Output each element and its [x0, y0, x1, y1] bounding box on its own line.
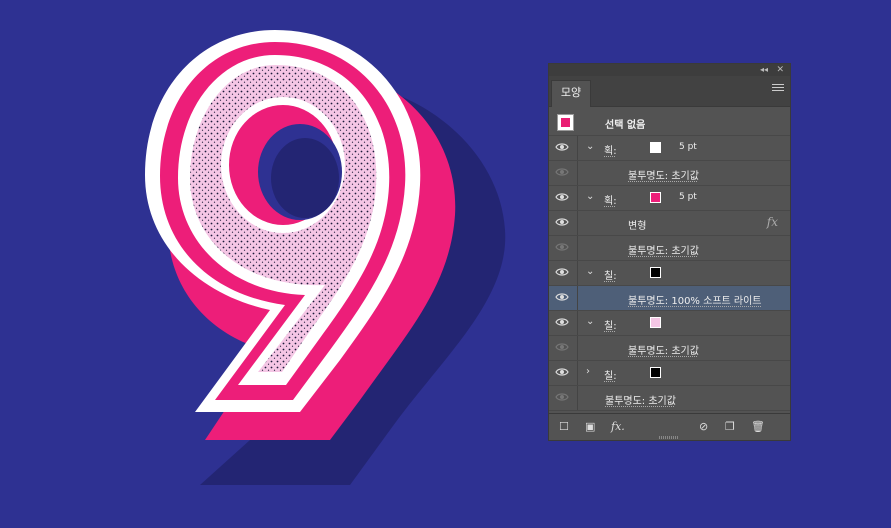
- selection-label: 선택 없음: [605, 120, 646, 131]
- chevron-down-icon[interactable]: ⌄: [586, 191, 594, 202]
- appearance-row-opacity[interactable]: 불투명도: 초기값: [549, 161, 790, 186]
- duplicate-item-icon[interactable]: ❐: [725, 420, 735, 433]
- row-divider: [577, 161, 578, 185]
- row-divider: [577, 361, 578, 385]
- row-label: 불투명도: 초기값: [628, 171, 699, 182]
- color-swatch[interactable]: [650, 367, 661, 378]
- eye-icon[interactable]: [555, 142, 569, 154]
- row-label: 칠:: [604, 271, 617, 282]
- double-chevron-left-icon[interactable]: ◂◂: [760, 64, 768, 76]
- row-label: 칠:: [604, 371, 617, 382]
- color-swatch[interactable]: [650, 317, 661, 328]
- eye-icon[interactable]: [555, 167, 569, 179]
- appearance-row-fill[interactable]: › 칠:: [549, 361, 790, 386]
- stroke-weight-value[interactable]: 5 pt: [679, 142, 697, 152]
- eye-icon[interactable]: [555, 242, 569, 254]
- row-divider: [577, 386, 578, 410]
- appearance-row-stroke[interactable]: ⌄ 획: 5 pt: [549, 136, 790, 161]
- object-thumbnail: [557, 114, 574, 131]
- eye-icon[interactable]: [555, 317, 569, 329]
- row-label: 불투명도: 초기값: [628, 346, 699, 357]
- color-swatch[interactable]: [650, 267, 661, 278]
- appearance-row-opacity-top[interactable]: 불투명도: 초기값: [549, 386, 790, 411]
- add-fill-icon[interactable]: ▣: [585, 420, 595, 433]
- row-label: 변형: [628, 221, 647, 232]
- clear-appearance-icon[interactable]: ⊘: [699, 420, 708, 433]
- eye-icon[interactable]: [555, 367, 569, 379]
- appearance-row-effect[interactable]: 변형 fx: [549, 211, 790, 236]
- row-label: 불투명도: 초기값: [605, 396, 676, 407]
- eye-icon[interactable]: [555, 392, 569, 404]
- row-label: 불투명도: 100% 소프트 라이트: [628, 296, 762, 307]
- fx-icon[interactable]: fx: [767, 215, 778, 229]
- resize-grip[interactable]: [659, 436, 679, 439]
- panel-tab-row: 모양: [549, 76, 790, 107]
- eye-icon[interactable]: [555, 342, 569, 354]
- stroke-weight-value[interactable]: 5 pt: [679, 192, 697, 202]
- artwork-nine: [145, 30, 506, 485]
- delete-icon[interactable]: 🗑: [751, 420, 765, 433]
- color-swatch[interactable]: [650, 142, 661, 153]
- appearance-row-fill[interactable]: ⌄ 칠:: [549, 261, 790, 286]
- chevron-down-icon[interactable]: ⌄: [586, 316, 594, 327]
- row-label: 칠:: [604, 321, 617, 332]
- row-divider: [577, 236, 578, 260]
- eye-icon[interactable]: [555, 292, 569, 304]
- row-divider: [577, 286, 578, 310]
- row-divider: [577, 211, 578, 235]
- row-divider: [577, 136, 578, 160]
- row-label: 불투명도: 초기값: [628, 246, 699, 257]
- color-swatch[interactable]: [650, 192, 661, 203]
- tab-appearance[interactable]: 모양: [551, 80, 591, 107]
- appearance-list: 선택 없음 ⌄ 획: 5 pt 불투명도: 초기값 ⌄ 획: 5 pt 변형 fx 불투명도: 초…: [549, 110, 790, 411]
- row-divider: [577, 261, 578, 285]
- close-icon[interactable]: ✕: [776, 64, 784, 76]
- eye-icon[interactable]: [555, 217, 569, 229]
- nine-counter-shadow: [271, 138, 339, 218]
- panel-titlebar: ◂◂ ✕: [549, 64, 790, 76]
- row-label: 획:: [604, 146, 617, 157]
- panel-bottom-toolbar: ☐ ▣ fx. ⊘ ❐ 🗑: [549, 413, 790, 440]
- row-label: 획:: [604, 196, 617, 207]
- appearance-row-opacity[interactable]: 불투명도: 초기값: [549, 236, 790, 261]
- appearance-panel: ◂◂ ✕ 모양 선택 없음 ⌄ 획: 5 pt 불투명도: 초기값 ⌄ 획: 5 pt 변형 f…: [548, 63, 791, 441]
- add-stroke-icon[interactable]: ☐: [559, 420, 569, 433]
- appearance-row-opacity[interactable]: 불투명도: 초기값: [549, 336, 790, 361]
- menu-icon[interactable]: [772, 84, 784, 94]
- appearance-row-opacity[interactable]: 불투명도: 100% 소프트 라이트: [549, 286, 790, 311]
- appearance-header-row[interactable]: 선택 없음: [549, 110, 790, 136]
- appearance-row-stroke[interactable]: ⌄ 획: 5 pt: [549, 186, 790, 211]
- row-divider: [577, 186, 578, 210]
- fx-icon[interactable]: fx.: [611, 420, 625, 433]
- eye-icon[interactable]: [555, 267, 569, 279]
- row-divider: [577, 311, 578, 335]
- row-divider: [577, 336, 578, 360]
- chevron-down-icon[interactable]: ⌄: [586, 266, 594, 277]
- chevron-right-icon[interactable]: ›: [586, 366, 590, 377]
- eye-icon[interactable]: [555, 192, 569, 204]
- chevron-down-icon[interactable]: ⌄: [586, 141, 594, 152]
- appearance-row-fill[interactable]: ⌄ 칠:: [549, 311, 790, 336]
